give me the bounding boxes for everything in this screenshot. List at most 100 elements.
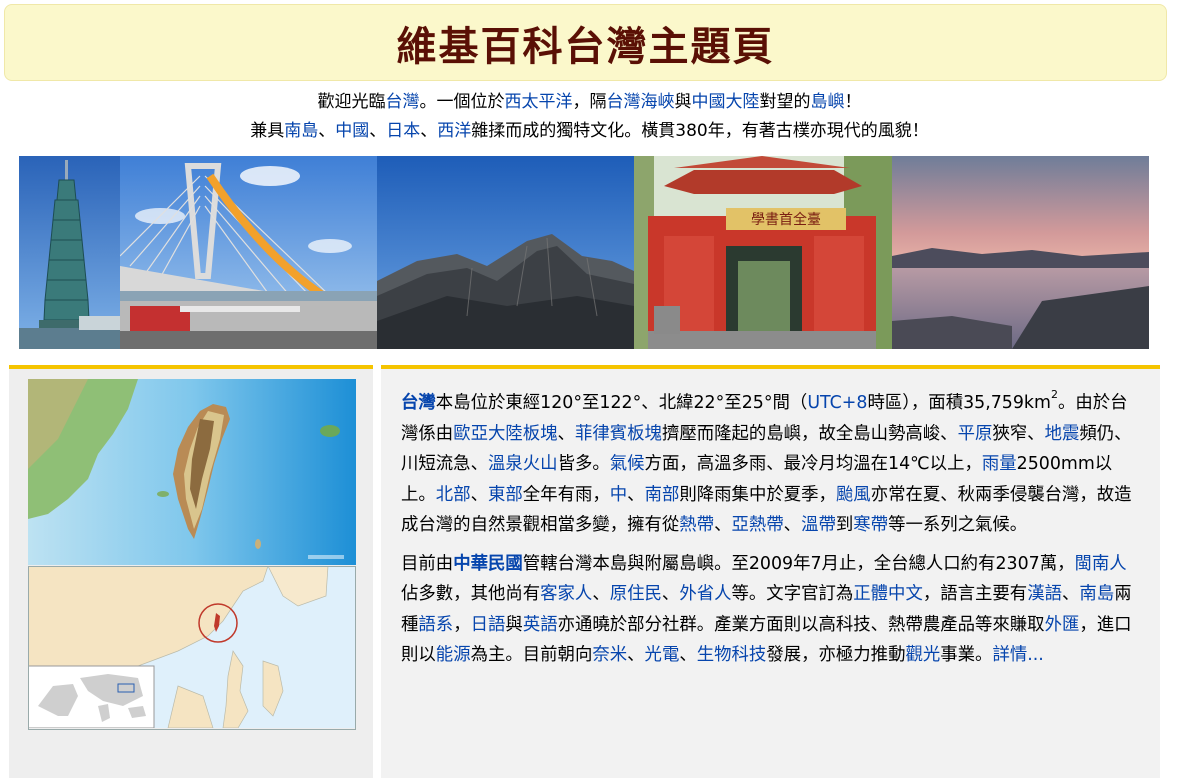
- link-hot-spring[interactable]: 溫泉: [488, 454, 523, 474]
- welcome-line-2: 兼具南島、中國、日本、西洋雜揉而成的獨特文化。橫貫380年，有著古樸亦現代的風貌…: [0, 117, 1179, 146]
- link-japanese[interactable]: 日語: [471, 615, 506, 635]
- link-south[interactable]: 南部: [645, 485, 680, 505]
- link-plain[interactable]: 平原: [958, 424, 993, 444]
- link-japan[interactable]: 日本: [386, 121, 420, 141]
- link-biotech[interactable]: 生物科技: [697, 645, 767, 665]
- link-austronesian-lang[interactable]: 南島: [1079, 584, 1114, 604]
- link-frigid[interactable]: 寒帶: [853, 515, 888, 535]
- link-traditional-chinese[interactable]: 正體中文: [853, 584, 923, 604]
- text: 、: [783, 515, 802, 535]
- link-rainfall[interactable]: 雨量: [982, 454, 1017, 474]
- link-taiwan-strait[interactable]: 台灣海峽: [607, 92, 675, 112]
- text: 擠壓而隆起的島嶼，故全島山勢高峻、: [661, 423, 958, 444]
- link-taiwan[interactable]: 台灣: [401, 393, 436, 413]
- link-china[interactable]: 中國: [335, 121, 369, 141]
- link-central[interactable]: 中: [610, 485, 627, 505]
- text: 方面，高溫多雨、最冷月均溫在14℃以上，: [644, 454, 982, 474]
- text: 、: [627, 645, 645, 665]
- text: 等。文字官訂為: [731, 584, 854, 604]
- link-tropical[interactable]: 熱帶: [679, 515, 714, 535]
- text: 等一系列之氣候。: [888, 515, 1028, 535]
- temple-sign: 學書首全臺: [751, 211, 821, 228]
- photo-mountain[interactable]: [377, 156, 634, 349]
- link-waishengren[interactable]: 外省人: [679, 584, 731, 604]
- link-west[interactable]: 西洋: [437, 121, 471, 141]
- link-sinitic[interactable]: 漢語: [1027, 584, 1062, 604]
- text: 、: [1062, 584, 1080, 604]
- welcome-line-1: 歡迎光臨台灣。一個位於西太平洋，隔台灣海峽與中國大陸對望的島嶼！: [0, 88, 1179, 117]
- superscript: 2: [1050, 388, 1058, 401]
- text: 本島位於東經120°至122°、北緯22°至25°間（: [435, 393, 808, 413]
- link-hoklo[interactable]: 閩南人: [1075, 554, 1127, 574]
- photo-bridge[interactable]: [120, 156, 377, 349]
- link-forex[interactable]: 外匯: [1045, 615, 1080, 635]
- link-temperate[interactable]: 溫帶: [801, 515, 836, 535]
- text: 、: [420, 121, 438, 141]
- text: 與: [674, 92, 692, 112]
- text: 事業。: [940, 645, 993, 665]
- text: ，語言主要有: [922, 584, 1028, 604]
- photo-lake-sunset[interactable]: [892, 156, 1149, 349]
- text: 、: [369, 121, 387, 141]
- text: 目前由: [401, 553, 454, 574]
- link-indigenous[interactable]: 原住民: [610, 584, 662, 604]
- portal-banner: 維基百科台灣主題頁: [4, 4, 1167, 81]
- link-volcano[interactable]: 火山: [523, 454, 558, 474]
- article-paragraph-1: 台灣本島位於東經120°至122°、北緯22°至25°間（UTC+8時區），面積…: [401, 388, 1141, 541]
- text: 亦通曉於部分社群。產業方面則以高科技、熱帶農產品等來賺取: [557, 614, 1045, 635]
- text: 、: [714, 515, 732, 535]
- link-roc[interactable]: 中華民國: [453, 554, 523, 574]
- text: 管轄台灣本島與附屬島嶼。至2009年7月止，全台總人口約有2307萬，: [522, 553, 1075, 574]
- relief-map[interactable]: [28, 379, 356, 565]
- read-more-link[interactable]: 詳情...: [992, 645, 1043, 665]
- text: 發展，亦極力推動: [766, 645, 906, 665]
- text: 、: [557, 423, 575, 444]
- link-island[interactable]: 島嶼: [811, 92, 845, 112]
- link-climate[interactable]: 氣候: [610, 454, 645, 474]
- text: 兼具: [250, 121, 285, 141]
- link-utc8[interactable]: UTC+8: [807, 393, 867, 413]
- text: 皆多。: [557, 454, 610, 474]
- text: 全年有雨，: [522, 484, 610, 505]
- text: 狹窄、: [992, 423, 1045, 444]
- link-language-family[interactable]: 語系: [418, 615, 453, 635]
- link-hakka[interactable]: 客家人: [540, 584, 592, 604]
- text: 、: [661, 584, 680, 604]
- text: ！: [844, 92, 862, 112]
- link-mainland-china[interactable]: 中國大陸: [692, 92, 760, 112]
- text: 時區），面積35,759km: [867, 393, 1051, 413]
- text: 、: [470, 484, 488, 505]
- link-energy[interactable]: 能源: [436, 645, 471, 665]
- article-body: 台灣本島位於東經120°至122°、北緯22°至25°間（UTC+8時區），面積…: [401, 388, 1141, 679]
- article-paragraph-2: 目前由中華民國管轄台灣本島與附屬島嶼。至2009年7月止，全台總人口約有2307…: [401, 549, 1141, 671]
- text: 與: [505, 614, 523, 635]
- link-tourism[interactable]: 觀光: [905, 645, 940, 665]
- link-philippine-plate[interactable]: 菲律賓板塊: [575, 424, 662, 444]
- text: 則降雨集中於夏季，: [679, 484, 836, 505]
- text: 雜揉而成的獨特文化。橫貫380年，有著古樸亦現代的風貌！: [471, 121, 929, 141]
- text: 歡迎光臨: [317, 92, 386, 112]
- link-nano[interactable]: 奈米: [592, 645, 627, 665]
- text: 。一個位於: [419, 92, 505, 112]
- text: ，: [453, 614, 471, 635]
- link-eurasian-plate[interactable]: 歐亞大陸板塊: [453, 424, 557, 444]
- link-west-pacific[interactable]: 西太平洋: [505, 92, 573, 112]
- text: 、: [592, 584, 610, 604]
- photo-temple-gate[interactable]: 學書首全臺: [634, 156, 892, 349]
- link-typhoon[interactable]: 颱風: [836, 485, 871, 505]
- photo-strip: 學書首全臺: [19, 156, 1149, 349]
- text: 為主。目前朝向: [470, 645, 593, 665]
- link-earthquake[interactable]: 地震: [1045, 424, 1080, 444]
- link-taiwan[interactable]: 台灣: [386, 92, 420, 112]
- link-english[interactable]: 英語: [523, 615, 558, 635]
- text: 佔多數，其他尚有: [401, 584, 541, 604]
- portal-title: 維基百科台灣主題頁: [396, 22, 775, 70]
- link-austronesian[interactable]: 南島: [284, 121, 318, 141]
- link-subtropical[interactable]: 亞熱帶: [731, 515, 783, 535]
- link-north[interactable]: 北部: [436, 485, 471, 505]
- text: 、: [679, 645, 697, 665]
- locator-map-frame: [28, 566, 356, 730]
- link-optoelectronics[interactable]: 光電: [645, 645, 680, 665]
- link-east[interactable]: 東部: [488, 485, 523, 505]
- photo-taipei-101[interactable]: [19, 156, 120, 349]
